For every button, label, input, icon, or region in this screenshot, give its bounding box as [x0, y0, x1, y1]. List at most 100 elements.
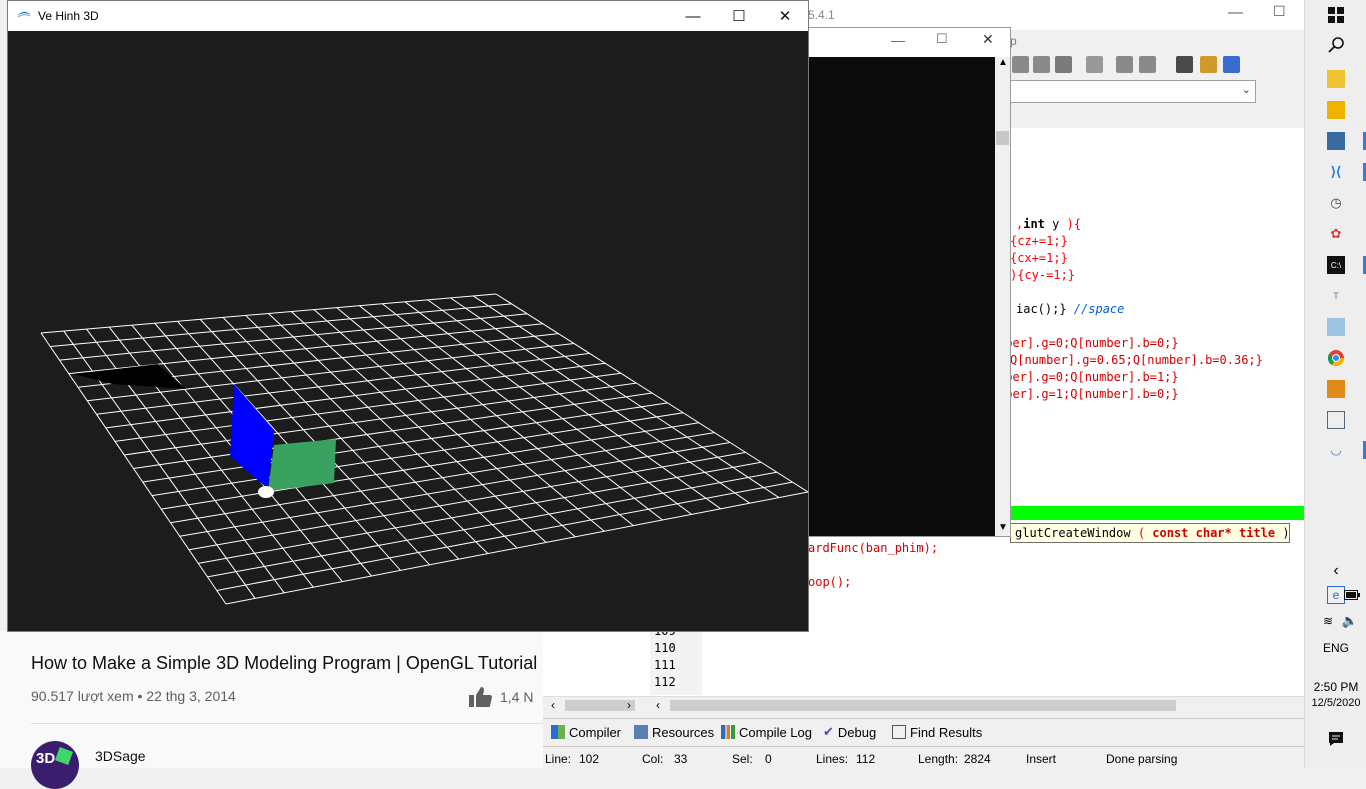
- console-maximize-button[interactable]: ☐: [936, 31, 948, 47]
- status-length-label: Length:: [918, 752, 959, 766]
- tab-label: Resources: [652, 724, 715, 740]
- toolbar-button[interactable]: [1116, 56, 1133, 73]
- opengl-canvas[interactable]: [8, 31, 809, 631]
- code-line: ,int y ){: [1016, 217, 1082, 231]
- language-indicator[interactable]: ENG: [1315, 641, 1357, 655]
- code-line: ardFunc(ban_phim);: [808, 541, 939, 555]
- sticky-notes-icon[interactable]: [1327, 70, 1345, 88]
- channel-name[interactable]: 3DSage: [95, 748, 146, 764]
- toolbar-button[interactable]: [1055, 56, 1072, 73]
- status-line-label: Line:: [545, 752, 572, 766]
- text-icon[interactable]: T: [1327, 287, 1345, 305]
- tab-compile-log[interactable]: Compile Log: [721, 722, 812, 742]
- status-bar: Line: 102 Col: 33 Sel: 0 Lines: 112 Leng…: [543, 746, 1304, 769]
- scroll-left-icon[interactable]: ‹: [551, 698, 555, 712]
- console-minimize-button[interactable]: —: [891, 32, 905, 48]
- scroll-up-icon[interactable]: ▲: [998, 57, 1008, 68]
- vscode-icon[interactable]: ⟩⟨: [1327, 163, 1345, 181]
- scroll-down-icon[interactable]: ▼: [998, 522, 1008, 533]
- clock-date[interactable]: 12/5/2020: [1305, 697, 1366, 709]
- status-message: Done parsing: [1106, 752, 1178, 766]
- paint-icon[interactable]: ✿: [1327, 225, 1345, 243]
- photos-icon[interactable]: [1327, 132, 1345, 150]
- compiler-icon: [551, 725, 565, 739]
- notepad-icon[interactable]: [1327, 318, 1345, 336]
- window-title: Ve Hinh 3D: [38, 9, 99, 23]
- toolbar-button[interactable]: [1223, 56, 1240, 73]
- gl-titlebar[interactable]: Ve Hinh 3D — ☐ ✕: [8, 1, 808, 31]
- status-line-value: 102: [579, 752, 600, 766]
- close-button[interactable]: ✕: [762, 1, 808, 31]
- scene-3d: [40, 293, 809, 605]
- grid-line: [216, 481, 793, 591]
- toolbar-button[interactable]: [1176, 56, 1193, 73]
- file-explorer-icon[interactable]: [1327, 101, 1345, 119]
- code-line: iac();} //space: [1016, 302, 1125, 316]
- scrollbar-thumb[interactable]: [565, 700, 635, 711]
- notifications-icon[interactable]: [1327, 730, 1345, 748]
- code-line: {cz+=1;}: [1010, 234, 1068, 248]
- line-number: 112: [654, 675, 676, 689]
- scrollbar-thumb[interactable]: [996, 131, 1009, 145]
- code-line: oop();: [808, 575, 852, 589]
- battery-icon[interactable]: [1343, 586, 1361, 604]
- ground-grid: [40, 293, 809, 605]
- windows-icon[interactable]: [1327, 6, 1345, 24]
- ide-menu-fragment[interactable]: p: [1010, 34, 1017, 48]
- tooltip-function: glutCreateWindow: [1015, 526, 1131, 540]
- scroll-right-icon[interactable]: ›: [627, 698, 631, 712]
- video-title[interactable]: How to Make a Simple 3D Modeling Program…: [31, 653, 537, 674]
- ide-minimize-button[interactable]: —: [1228, 4, 1243, 21]
- video-meta: 90.517 lượt xem • 22 thg 3, 2014: [31, 688, 236, 704]
- code-line: nber].g=0;Q[number].b=1;}: [998, 370, 1179, 384]
- console-window[interactable]: — ☐ ✕ ▲ ▼: [808, 27, 1011, 537]
- ide-maximize-button[interactable]: ☐: [1273, 3, 1286, 20]
- channel-avatar[interactable]: 3D: [31, 741, 79, 789]
- tooltip-paren: (: [1130, 526, 1153, 540]
- clock-icon[interactable]: ◷: [1327, 194, 1345, 212]
- volume-icon[interactable]: 🔈: [1341, 612, 1359, 630]
- wifi-icon[interactable]: ≋: [1319, 612, 1337, 630]
- toolbar-button[interactable]: [1033, 56, 1050, 73]
- tooltip-args: const char* title: [1152, 526, 1276, 540]
- ide-title-fragment: 5.4.1: [808, 8, 835, 22]
- status-lines-value: 112: [856, 752, 876, 766]
- cmd-icon[interactable]: C:\: [1327, 256, 1345, 274]
- chart-icon: [721, 725, 735, 739]
- toolbar-button[interactable]: [1200, 56, 1217, 73]
- horizontal-scrollbar[interactable]: ‹ › ‹: [543, 696, 1304, 714]
- window-icon[interactable]: [1327, 411, 1345, 429]
- tooltip-paren: ): [1275, 526, 1290, 540]
- tab-compiler[interactable]: Compiler: [551, 722, 621, 742]
- line-number: 111: [654, 658, 676, 672]
- taskbar: ⟩⟨ ◷ ✿ C:\ T ◡ ‹ e ≋ 🔈 ENG 2:50 PM 12/5/…: [1304, 0, 1366, 768]
- devcpp-icon[interactable]: ◡: [1324, 441, 1348, 459]
- console-output: [809, 57, 995, 536]
- search-icon[interactable]: [1327, 36, 1345, 54]
- scroll-left-icon[interactable]: ‹: [656, 698, 660, 712]
- green-face: [268, 439, 336, 491]
- maximize-button[interactable]: ☐: [716, 1, 762, 31]
- chevron-left-icon[interactable]: ‹: [1327, 562, 1345, 580]
- like-button[interactable]: 1,4 N: [468, 686, 533, 708]
- code-line: Q[number].g=0.65;Q[number].b=0.36;}: [1010, 353, 1263, 367]
- ide-class-combo[interactable]: ⌄: [1010, 80, 1256, 103]
- chevron-down-icon: ⌄: [1241, 84, 1251, 96]
- sublime-icon[interactable]: [1327, 380, 1345, 398]
- tab-resources[interactable]: Resources: [634, 722, 714, 742]
- ide-toolbar: [1010, 52, 1304, 76]
- chrome-icon[interactable]: [1327, 349, 1345, 367]
- opengl-window[interactable]: Ve Hinh 3D — ☐ ✕: [7, 0, 809, 632]
- tab-find-results[interactable]: Find Results: [892, 722, 982, 742]
- tab-label: Find Results: [910, 724, 983, 740]
- toolbar-button[interactable]: [1139, 56, 1156, 73]
- toolbar-button[interactable]: [1012, 56, 1029, 73]
- clock-time[interactable]: 2:50 PM: [1305, 680, 1366, 694]
- tab-debug[interactable]: ✔ Debug: [823, 722, 876, 742]
- console-close-button[interactable]: ✕: [982, 31, 994, 48]
- scrollbar-thumb[interactable]: [670, 700, 1176, 711]
- console-scrollbar[interactable]: ▲ ▼: [995, 57, 1010, 536]
- check-icon[interactable]: [1086, 56, 1103, 73]
- cursor-marker: [258, 486, 274, 498]
- minimize-button[interactable]: —: [670, 1, 716, 31]
